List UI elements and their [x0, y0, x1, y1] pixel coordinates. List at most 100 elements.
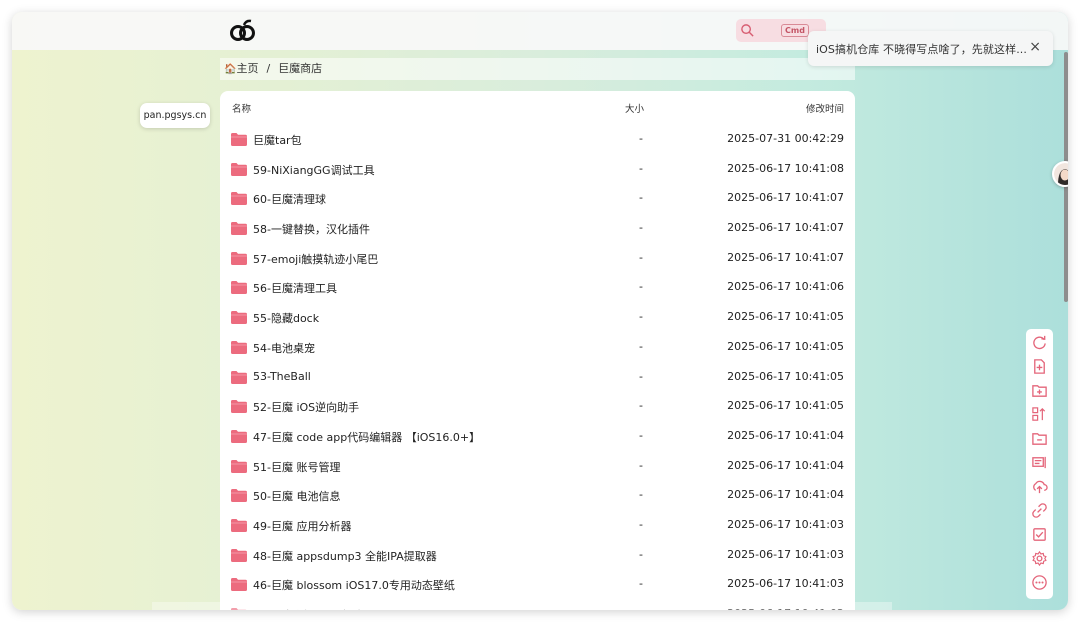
sort-icon[interactable] [1031, 406, 1048, 423]
file-name[interactable]: 52-巨魔 iOS逆向助手 [253, 399, 359, 415]
refresh-icon[interactable] [1031, 334, 1048, 351]
avatar[interactable] [1052, 161, 1068, 187]
folder-minus-icon[interactable] [1031, 430, 1048, 447]
batch-icon[interactable] [1031, 454, 1048, 471]
file-size: - [639, 161, 643, 175]
settings-icon[interactable] [1031, 550, 1048, 567]
file-name[interactable]: 46-巨魔 blossom iOS17.0专用动态壁纸 [253, 577, 455, 593]
table-row[interactable]: 51-巨魔 账号管理 - 2025-06-17 10:41:04 [220, 452, 855, 482]
file-size: - [639, 428, 643, 442]
file-name[interactable]: 58-一键替换，汉化插件 [253, 221, 370, 237]
file-size: - [639, 339, 643, 353]
file-name[interactable]: 56-巨魔清理工具 [253, 280, 337, 296]
breadcrumb-home[interactable]: 主页 [236, 62, 258, 75]
file-name[interactable]: 57-emoji触摸轨迹小尾巴 [253, 251, 378, 267]
column-size[interactable]: 大小 [625, 101, 644, 115]
table-row[interactable]: 47-巨魔 code app代码编辑器 【iOS16.0+】 - 2025-06-1… [220, 422, 855, 452]
file-name[interactable]: 55-隐藏dock [253, 310, 319, 326]
new-folder-icon[interactable] [1031, 382, 1048, 399]
folder-icon [231, 222, 247, 236]
file-size: - [639, 280, 643, 294]
breadcrumb-separator: / [266, 62, 271, 75]
file-size: - [639, 132, 643, 145]
folder-icon [231, 133, 247, 146]
checkbox-icon[interactable] [1031, 526, 1048, 543]
folder-icon [231, 370, 247, 384]
upload-icon[interactable] [1031, 478, 1048, 495]
file-size: - [639, 488, 643, 502]
notification-toast: iOS搞机仓库 不晓得写点啥了，先就这样... × [808, 31, 1053, 66]
table-row[interactable]: 55-隐藏dock - 2025-06-17 10:41:05 [220, 303, 855, 333]
file-size: - [639, 369, 643, 383]
folder-icon [231, 489, 247, 503]
table-row[interactable]: 58-一键替换，汉化插件 - 2025-06-17 10:41:07 [220, 214, 855, 244]
file-list-header: 名称 大小 修改时间 [220, 101, 855, 117]
table-row[interactable]: 57-emoji触摸轨迹小尾巴 - 2025-06-17 10:41:07 [220, 244, 855, 274]
table-row[interactable]: 52-巨魔 iOS逆向助手 - 2025-06-17 10:41:05 [220, 392, 855, 422]
bottom-fade [152, 602, 892, 610]
file-modified: 2025-06-17 10:41:03 [727, 517, 844, 531]
file-size: - [639, 517, 643, 531]
file-modified: 2025-06-17 10:41:05 [727, 399, 844, 413]
file-size: - [639, 399, 643, 413]
file-modified: 2025-06-17 10:41:03 [727, 547, 844, 561]
folder-icon [231, 578, 247, 592]
file-size: - [639, 191, 643, 205]
browser-window: Cmd 🏠主页 / 巨魔商店 pan.pgsys.cn 名称 大小 修改时间 巨魔t… [12, 12, 1068, 610]
file-modified: 2025-06-17 10:41:04 [727, 428, 844, 442]
file-modified: 2025-06-17 10:41:05 [727, 339, 844, 353]
file-name[interactable]: 53-TheBall [253, 370, 311, 383]
file-size: - [639, 458, 643, 472]
table-row[interactable]: 54-电池桌宠 - 2025-06-17 10:41:05 [220, 333, 855, 363]
file-name[interactable]: 54-电池桌宠 [253, 340, 315, 356]
file-modified: 2025-06-17 10:41:04 [727, 458, 844, 472]
file-name[interactable]: 50-巨魔 电池信息 [253, 488, 340, 504]
folder-icon [231, 162, 247, 176]
file-size: - [639, 547, 643, 561]
file-name[interactable]: 51-巨魔 账号管理 [253, 459, 340, 475]
folder-icon [231, 400, 247, 414]
file-list: 名称 大小 修改时间 巨魔tar包 - 2025-07-31 00:42:29 59-… [220, 91, 855, 610]
file-name[interactable]: 48-巨魔 appsdump3 全能IPA提取器 [253, 548, 437, 564]
file-name[interactable]: 60-巨魔清理球 [253, 191, 326, 207]
column-name[interactable]: 名称 [232, 101, 251, 115]
file-modified: 2025-06-17 10:41:06 [727, 280, 844, 294]
file-modified: 2025-06-17 10:41:05 [727, 369, 844, 383]
table-row[interactable]: 巨魔tar包 - 2025-07-31 00:42:29 [220, 125, 855, 155]
link-icon[interactable] [1031, 502, 1048, 519]
file-modified: 2025-06-17 10:41:05 [727, 310, 844, 324]
folder-icon [231, 429, 247, 443]
breadcrumb: 🏠主页 / 巨魔商店 [220, 58, 855, 80]
folder-icon [231, 459, 247, 473]
file-name[interactable]: 巨魔tar包 [253, 132, 302, 148]
table-row[interactable]: 60-巨魔清理球 - 2025-06-17 10:41:07 [220, 184, 855, 214]
file-modified: 2025-06-17 10:41:07 [727, 221, 844, 235]
file-modified: 2025-06-17 10:41:03 [727, 577, 844, 591]
table-row[interactable]: 50-巨魔 电池信息 - 2025-06-17 10:41:04 [220, 481, 855, 511]
close-icon[interactable]: × [1029, 40, 1041, 54]
folder-icon [231, 192, 247, 206]
file-name[interactable]: 47-巨魔 code app代码编辑器 【iOS16.0+】 [253, 429, 480, 445]
more-icon[interactable] [1031, 574, 1048, 591]
table-row[interactable]: 56-巨魔清理工具 - 2025-06-17 10:41:06 [220, 273, 855, 303]
table-row[interactable]: 48-巨魔 appsdump3 全能IPA提取器 - 2025-06-17 10:4… [220, 541, 855, 571]
folder-icon [231, 251, 247, 265]
file-modified: 2025-06-17 10:41:04 [727, 488, 844, 502]
table-row[interactable]: 59-NiXiangGG调试工具 - 2025-06-17 10:41:08 [220, 155, 855, 185]
folder-icon [231, 548, 247, 562]
toast-message: iOS搞机仓库 不晓得写点啥了，先就这样... [816, 43, 1027, 56]
folder-icon [231, 340, 247, 354]
file-modified: 2025-06-17 10:41:07 [727, 191, 844, 205]
file-modified: 2025-06-17 10:41:07 [727, 250, 844, 264]
breadcrumb-current[interactable]: 巨魔商店 [278, 62, 322, 75]
table-row[interactable]: 46-巨魔 blossom iOS17.0专用动态壁纸 - 2025-06-17 1… [220, 570, 855, 600]
file-modified: 2025-06-17 10:41:08 [727, 161, 844, 175]
table-row[interactable]: 49-巨魔 应用分析器 - 2025-06-17 10:41:03 [220, 511, 855, 541]
table-row[interactable]: 53-TheBall - 2025-06-17 10:41:05 [220, 363, 855, 393]
file-name[interactable]: 49-巨魔 应用分析器 [253, 518, 351, 534]
site-logo-icon[interactable] [230, 19, 256, 43]
file-size: - [639, 310, 643, 324]
column-modified[interactable]: 修改时间 [806, 101, 844, 115]
file-name[interactable]: 59-NiXiangGG调试工具 [253, 162, 375, 178]
new-file-icon[interactable] [1031, 358, 1048, 375]
